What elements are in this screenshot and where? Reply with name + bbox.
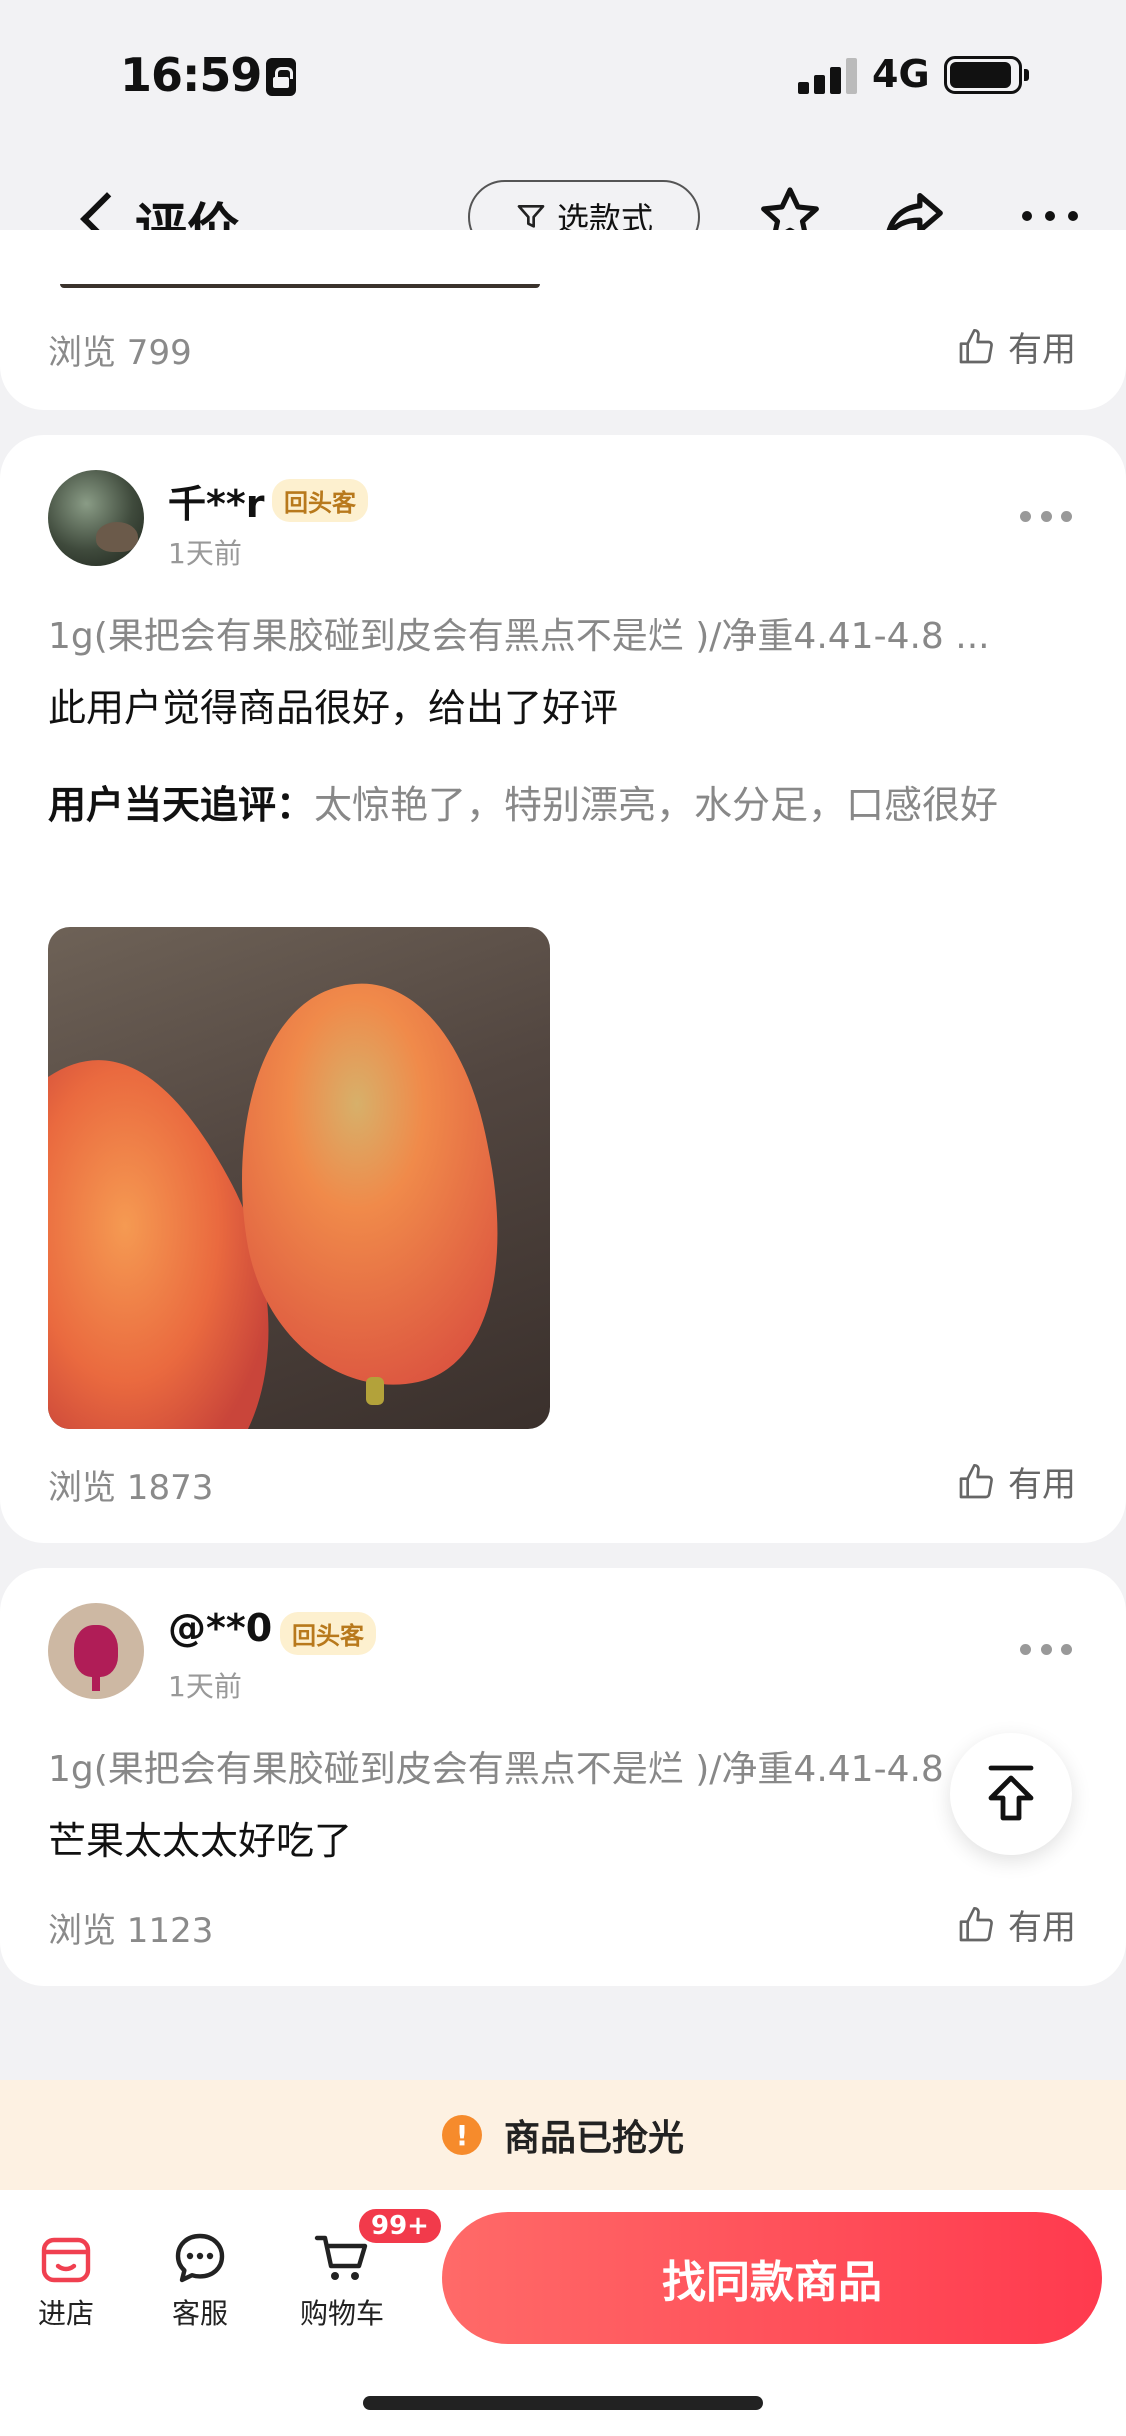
sold-out-banner: ! 商品已抢光	[0, 2080, 1126, 2190]
review-time: 1天前	[168, 1670, 242, 1703]
battery-icon	[944, 56, 1029, 94]
store-icon	[41, 2237, 91, 2283]
sku-text: 1g(果把会有果胶碰到皮会有黑点不是烂 )/净重4.41-4.8	[48, 1749, 944, 1790]
avatar[interactable]	[48, 470, 144, 566]
avatar[interactable]	[48, 1603, 144, 1699]
followup-text: 太惊艳了，特别漂亮，水分足，口感很好	[314, 783, 999, 827]
sku-text: 1g(果把会有果胶碰到皮会有黑点不是烂 )/净重4.41-4.8 ...	[48, 616, 990, 657]
followup-label: 用户当天追评：	[48, 783, 315, 827]
service-label: 客服	[172, 2297, 229, 2330]
network-label: 4G	[872, 52, 930, 96]
username: @**0	[168, 1606, 273, 1650]
store-tab[interactable]: 进店	[38, 2230, 94, 2332]
returning-customer-badge: 回头客	[280, 1612, 376, 1655]
review-card: 千**r 回头客 1天前 1g(果把会有果胶碰到皮会有黑点不是烂 )/净重4.4…	[0, 435, 1126, 1543]
more-icon	[1022, 211, 1078, 221]
view-count: 浏览 1873	[48, 1468, 214, 1508]
filter-icon	[517, 205, 545, 228]
returning-customer-badge: 回头客	[272, 479, 368, 522]
useful-button[interactable]: 有用	[956, 1900, 1076, 1949]
username: 千**r	[168, 482, 265, 526]
useful-label: 有用	[1008, 1465, 1076, 1505]
lock-icon	[266, 58, 296, 96]
chat-icon	[175, 2233, 225, 2283]
review-more-button[interactable]	[1020, 511, 1072, 525]
store-label: 进店	[38, 2297, 95, 2330]
cart-label: 购物车	[300, 2297, 385, 2330]
review-card: 浏览 799 有用	[0, 230, 1126, 410]
review-more-button[interactable]	[1020, 1644, 1072, 1658]
signal-icon	[798, 58, 858, 94]
status-bar: 16:59 4G	[0, 0, 1126, 150]
review-photo[interactable]	[48, 927, 550, 1429]
back-to-top-button[interactable]	[950, 1733, 1072, 1855]
view-count: 浏览 799	[48, 333, 192, 373]
sold-out-text: 商品已抢光	[503, 2118, 684, 2159]
useful-label: 有用	[1008, 1908, 1076, 1948]
thumbs-up-icon	[959, 328, 993, 363]
thumbs-up-icon	[959, 1463, 993, 1498]
review-time: 1天前	[168, 537, 242, 570]
useful-button[interactable]: 有用	[956, 322, 1076, 371]
review-text: 芒果太太太好吃了	[48, 1819, 353, 1863]
warning-icon: !	[441, 2115, 482, 2155]
thumbs-up-icon	[959, 1906, 993, 1941]
review-text: 此用户觉得商品很好，给出了好评	[48, 686, 619, 730]
status-time: 16:59	[120, 48, 262, 102]
review-photo-edge	[60, 284, 540, 288]
mango-photo	[48, 983, 498, 1429]
useful-label: 有用	[1008, 330, 1076, 370]
view-count: 浏览 1123	[48, 1911, 214, 1951]
home-indicator	[363, 2396, 763, 2410]
followup-review: 用户当天追评：太惊艳了，特别漂亮，水分足，口感很好	[48, 775, 1078, 835]
cart-count-badge: 99+	[356, 2206, 444, 2246]
service-tab[interactable]: 客服	[172, 2230, 228, 2332]
useful-button[interactable]: 有用	[956, 1457, 1076, 1506]
back-to-top-icon	[988, 1765, 1034, 1821]
find-similar-button[interactable]: 找同款商品	[442, 2212, 1102, 2344]
